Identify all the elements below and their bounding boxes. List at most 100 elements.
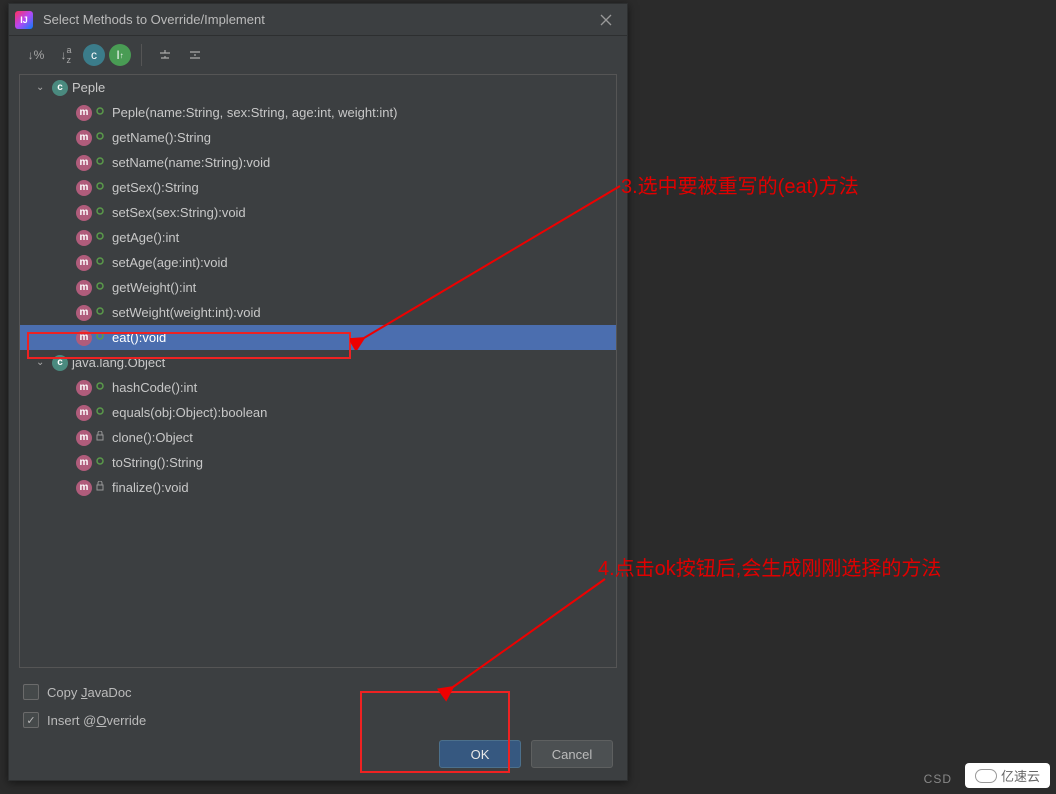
collapse-icon xyxy=(188,48,202,62)
visibility-icon xyxy=(96,431,106,444)
visibility-icon xyxy=(96,232,106,243)
visibility-icon xyxy=(96,307,106,318)
method-label: getSex():String xyxy=(112,180,199,195)
method-tree[interactable]: ⌄ c Peple m Peple(name:String, sex:String, a… xyxy=(19,74,617,668)
method-icon: m xyxy=(76,380,92,396)
override-dialog: IJ Select Methods to Override/Implement … xyxy=(8,3,628,781)
method-icon: m xyxy=(76,280,92,296)
brand-text: 亿速云 xyxy=(1001,766,1040,785)
separator xyxy=(141,44,142,66)
method-row[interactable]: m setSex(sex:String):void xyxy=(20,200,616,225)
method-row[interactable]: m Peple(name:String, sex:String, age:int,… xyxy=(20,100,616,125)
method-row[interactable]: m equals(obj:Object):boolean xyxy=(20,400,616,425)
close-button[interactable] xyxy=(591,6,621,34)
visibility-icon xyxy=(96,407,106,418)
method-row[interactable]: m getSex():String xyxy=(20,175,616,200)
expand-arrow-icon[interactable]: ⌄ xyxy=(36,357,48,368)
method-label: Peple(name:String, sex:String, age:int, … xyxy=(112,105,397,120)
visibility-icon xyxy=(96,107,106,118)
close-icon xyxy=(600,14,612,26)
visibility-icon xyxy=(96,182,106,193)
method-icon: m xyxy=(76,330,92,346)
method-label: clone():Object xyxy=(112,430,193,445)
ok-button[interactable]: OK xyxy=(439,740,521,768)
method-icon: m xyxy=(76,405,92,421)
show-interfaces-button[interactable]: I↑ xyxy=(109,44,131,66)
collapse-all-button[interactable] xyxy=(182,42,208,68)
method-row[interactable]: m getAge():int xyxy=(20,225,616,250)
visibility-icon xyxy=(96,457,106,468)
method-label: finalize():void xyxy=(112,480,189,495)
step4-annotation: 4.点击ok按钮后,会生成刚刚选择的方法 xyxy=(598,552,941,581)
method-label: toString():String xyxy=(112,455,203,470)
method-icon: m xyxy=(76,430,92,446)
visibility-icon xyxy=(96,132,106,143)
method-row[interactable]: m getName():String xyxy=(20,125,616,150)
visibility-icon xyxy=(96,481,106,494)
insert-override-row[interactable]: Insert @Override xyxy=(23,706,613,734)
sort-visibility-button[interactable]: ↓% xyxy=(23,42,49,68)
brand-watermark: 亿速云 xyxy=(965,763,1050,788)
csd-watermark: CSD xyxy=(924,772,952,786)
sort-alpha-button[interactable]: ↓az xyxy=(53,42,79,68)
class-row[interactable]: ⌄ c java.lang.Object xyxy=(20,350,616,375)
visibility-icon xyxy=(96,207,106,218)
method-icon: m xyxy=(76,105,92,121)
dialog-title: Select Methods to Override/Implement xyxy=(43,12,591,27)
method-row[interactable]: m getWeight():int xyxy=(20,275,616,300)
method-icon: m xyxy=(76,155,92,171)
method-icon: m xyxy=(76,480,92,496)
step3-annotation: 3.选中要被重写的(eat)方法 xyxy=(621,170,859,199)
method-icon: m xyxy=(76,180,92,196)
insert-override-label: Insert @Override xyxy=(47,713,146,728)
method-row[interactable]: m eat():void xyxy=(20,325,616,350)
method-icon: m xyxy=(76,130,92,146)
cloud-icon xyxy=(975,769,997,783)
method-label: setWeight(weight:int):void xyxy=(112,305,261,320)
method-label: eat():void xyxy=(112,330,166,345)
method-icon: m xyxy=(76,255,92,271)
visibility-icon xyxy=(96,282,106,293)
method-row[interactable]: m hashCode():int xyxy=(20,375,616,400)
method-icon: m xyxy=(76,230,92,246)
cancel-button[interactable]: Cancel xyxy=(531,740,613,768)
visibility-icon xyxy=(96,257,106,268)
method-label: setName(name:String):void xyxy=(112,155,270,170)
method-label: getWeight():int xyxy=(112,280,196,295)
class-label: Peple xyxy=(72,80,105,95)
visibility-icon xyxy=(96,332,106,343)
method-row[interactable]: m setName(name:String):void xyxy=(20,150,616,175)
class-icon: c xyxy=(52,80,68,96)
method-icon: m xyxy=(76,305,92,321)
method-row[interactable]: m finalize():void xyxy=(20,475,616,500)
copy-javadoc-checkbox[interactable] xyxy=(23,684,39,700)
dialog-footer: Copy JavaDoc Insert @Override OK Cancel xyxy=(9,668,627,780)
method-row[interactable]: m toString():String xyxy=(20,450,616,475)
toolbar: ↓% ↓az c I↑ xyxy=(9,36,627,74)
expand-icon xyxy=(158,48,172,62)
class-icon: c xyxy=(52,355,68,371)
method-label: hashCode():int xyxy=(112,380,197,395)
method-row[interactable]: m clone():Object xyxy=(20,425,616,450)
class-label: java.lang.Object xyxy=(72,355,165,370)
intellij-icon: IJ xyxy=(15,11,33,29)
method-label: setAge(age:int):void xyxy=(112,255,228,270)
insert-override-checkbox[interactable] xyxy=(23,712,39,728)
method-row[interactable]: m setWeight(weight:int):void xyxy=(20,300,616,325)
expand-all-button[interactable] xyxy=(152,42,178,68)
visibility-icon xyxy=(96,382,106,393)
show-classes-button[interactable]: c xyxy=(83,44,105,66)
titlebar: IJ Select Methods to Override/Implement xyxy=(9,4,627,36)
method-label: setSex(sex:String):void xyxy=(112,205,246,220)
expand-arrow-icon[interactable]: ⌄ xyxy=(36,82,48,93)
copy-javadoc-row[interactable]: Copy JavaDoc xyxy=(23,678,613,706)
method-label: equals(obj:Object):boolean xyxy=(112,405,267,420)
method-icon: m xyxy=(76,205,92,221)
method-row[interactable]: m setAge(age:int):void xyxy=(20,250,616,275)
method-label: getName():String xyxy=(112,130,211,145)
method-label: getAge():int xyxy=(112,230,179,245)
class-row[interactable]: ⌄ c Peple xyxy=(20,75,616,100)
visibility-icon xyxy=(96,157,106,168)
copy-javadoc-label: Copy JavaDoc xyxy=(47,685,132,700)
method-icon: m xyxy=(76,455,92,471)
